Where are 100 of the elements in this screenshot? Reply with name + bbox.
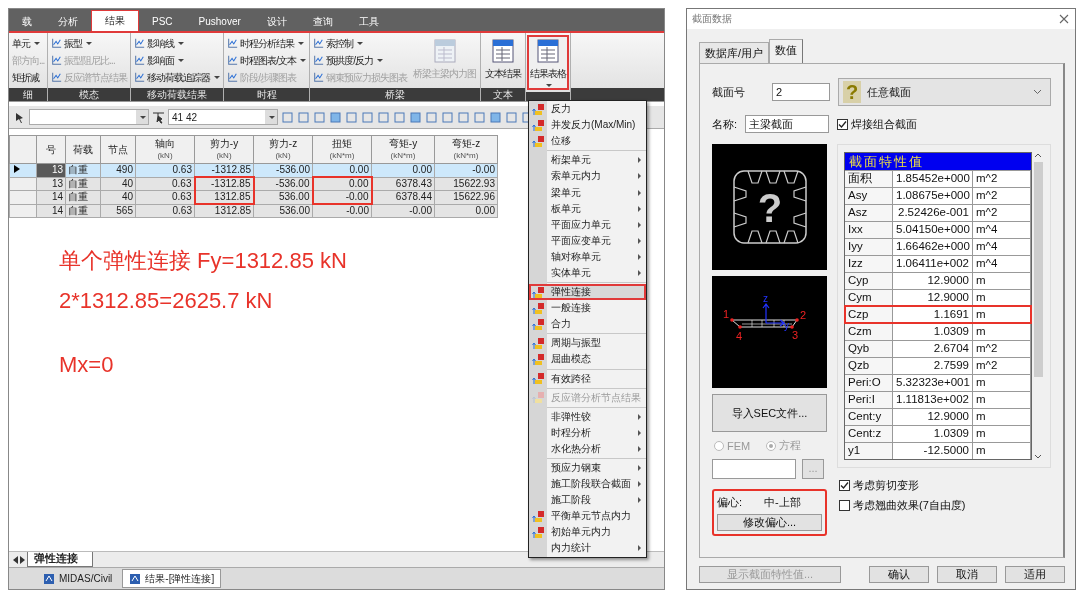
column-header: 剪力-y (kN) bbox=[194, 135, 254, 164]
window-tab[interactable]: MIDAS/Civil bbox=[37, 570, 119, 587]
submenu-arrow-icon bbox=[638, 465, 641, 471]
table-cell: m^4 bbox=[973, 239, 1031, 255]
table-cell: 2.6704 bbox=[893, 341, 973, 357]
menu-item[interactable]: 索单元内力 bbox=[529, 168, 646, 185]
section-number-field[interactable]: 2 bbox=[772, 83, 830, 101]
scroll-down-icon[interactable] bbox=[1034, 452, 1042, 460]
selection-field[interactable] bbox=[29, 109, 149, 125]
table-cell: Cent:y bbox=[845, 409, 893, 425]
ribbon-button[interactable]: 索控制 bbox=[312, 36, 409, 51]
menu-item[interactable]: 有效跨径 bbox=[529, 370, 646, 387]
column-header: 扭矩 (kN*m) bbox=[312, 135, 372, 164]
close-icon[interactable] bbox=[1059, 14, 1069, 24]
dialog-button[interactable]: 取消 bbox=[937, 566, 998, 583]
dialog-tab[interactable]: 数据库/用户 bbox=[699, 42, 770, 63]
ribbon-tab[interactable]: 结果 bbox=[91, 10, 139, 31]
table-cell: Cym bbox=[845, 290, 893, 306]
file-field[interactable] bbox=[712, 459, 796, 479]
ribbon-button[interactable]: 预拱度/反力 bbox=[312, 53, 409, 68]
ribbon-button[interactable]: 矩折减 bbox=[11, 70, 46, 85]
submenu-arrow-icon bbox=[638, 497, 641, 504]
scroll-up-icon[interactable] bbox=[1034, 152, 1042, 160]
ribbon-tab[interactable]: 载 bbox=[9, 12, 45, 31]
menu-item[interactable]: 周期与振型 bbox=[529, 335, 646, 352]
ribbon-button[interactable]: 结果表格 bbox=[528, 36, 569, 89]
ribbon-tab[interactable]: 查询 bbox=[299, 12, 346, 31]
menu-item[interactable]: 一般连接 bbox=[529, 300, 646, 317]
dialog-button[interactable]: 确认 bbox=[869, 566, 930, 583]
menu-item[interactable]: 合力 bbox=[529, 316, 646, 333]
table-document-icon bbox=[431, 38, 458, 64]
ribbon-tab[interactable]: 设计 bbox=[253, 12, 300, 31]
table-cell: 面积 bbox=[845, 171, 893, 187]
node-field[interactable]: 41 42 bbox=[168, 109, 278, 125]
offset-value: 中-上部 bbox=[764, 495, 801, 510]
menu-item[interactable]: 预应力钢束 bbox=[529, 459, 646, 477]
menu-item[interactable]: 板单元 bbox=[529, 200, 646, 217]
table-cell: 0.00 bbox=[312, 177, 372, 191]
submenu-arrow-icon bbox=[638, 545, 641, 552]
ribbon-button[interactable]: 时程分析结果 bbox=[226, 36, 308, 51]
menu-item[interactable]: 实体单元 bbox=[529, 264, 646, 282]
ribbon-button[interactable]: 单元 bbox=[11, 36, 46, 51]
ribbon-button[interactable]: 移动荷载追踪器 bbox=[133, 70, 222, 85]
menu-item[interactable]: 屈曲模态 bbox=[529, 351, 646, 368]
table-cell: -12.5000 bbox=[893, 443, 973, 459]
ribbon-tab[interactable]: Pushover bbox=[185, 12, 254, 31]
result-icon bbox=[531, 372, 545, 386]
table-cell: Izz bbox=[845, 256, 893, 272]
chart-icon bbox=[134, 72, 146, 83]
ribbon-button[interactable]: 时程图表/文本 bbox=[226, 53, 308, 68]
menu-item[interactable]: 平面应变单元 bbox=[529, 232, 646, 249]
menu-item[interactable]: 时程分析 bbox=[529, 424, 646, 441]
ribbon-tab[interactable]: 分析 bbox=[45, 12, 91, 31]
checkbox[interactable]: 考虑翘曲效果(7自由度) bbox=[839, 498, 1051, 513]
submenu-arrow-icon bbox=[638, 237, 641, 244]
submenu-arrow-icon bbox=[638, 173, 641, 180]
ribbon-tab[interactable]: 工具 bbox=[345, 12, 392, 31]
result-icon bbox=[531, 509, 545, 523]
ribbon-button[interactable]: 振型 bbox=[50, 36, 129, 51]
menu-item[interactable]: 梁单元 bbox=[529, 184, 646, 201]
table-cell: 1.85452e+000 bbox=[893, 171, 973, 187]
ribbon-button[interactable]: 影响线 bbox=[133, 36, 222, 51]
menu-item[interactable]: 并发反力(Max/Min) bbox=[529, 117, 646, 134]
window-tab[interactable]: 结果-[弹性连接] bbox=[122, 569, 222, 588]
checkbox[interactable]: 焊接组合截面 bbox=[837, 116, 918, 132]
table-cell: m bbox=[973, 443, 1031, 459]
menu-item[interactable]: 内力统计 bbox=[529, 540, 646, 557]
ribbon-tab[interactable]: PSC bbox=[139, 12, 186, 31]
result-icon bbox=[531, 336, 545, 350]
menu-item[interactable]: 施工阶段 bbox=[529, 492, 646, 509]
sheet-tab[interactable]: 弹性连接 bbox=[27, 552, 93, 567]
menu-item[interactable]: 反力 bbox=[529, 101, 646, 118]
section-type-dropdown[interactable]: ? 任意截面 bbox=[838, 78, 1051, 106]
menu-item[interactable]: 位移 bbox=[529, 133, 646, 150]
name-field[interactable]: 主梁截面 bbox=[745, 115, 830, 133]
table-cell: m bbox=[973, 426, 1031, 442]
table-cell: 2.7599 bbox=[893, 358, 973, 374]
table-cell: Asy bbox=[845, 188, 893, 204]
dialog-button[interactable]: 适用 bbox=[1005, 566, 1065, 583]
menu-item[interactable]: 施工阶段联合截面 bbox=[529, 476, 646, 493]
menu-item[interactable]: 初始单元内力 bbox=[529, 524, 646, 541]
question-mark: ? bbox=[757, 186, 782, 230]
menu-item[interactable]: 轴对称单元 bbox=[529, 248, 646, 265]
table-cell: m bbox=[973, 392, 1031, 408]
edit-offset-button[interactable]: 修改偏心... bbox=[717, 514, 822, 531]
point-label: 2 bbox=[800, 309, 807, 321]
menu-item[interactable]: 平衡单元节点内力 bbox=[529, 508, 646, 525]
checkbox[interactable]: 考虑剪切变形 bbox=[839, 478, 1051, 493]
submenu-arrow-icon bbox=[638, 413, 641, 420]
menu-item[interactable]: 弹性连接 bbox=[529, 284, 646, 301]
menu-item[interactable]: 平面应力单元 bbox=[529, 216, 646, 233]
ribbon-button[interactable]: 影响面 bbox=[133, 53, 222, 68]
result-icon bbox=[531, 118, 545, 132]
ribbon-button[interactable]: 文本结果 bbox=[483, 36, 524, 83]
menu-item[interactable]: 桁架单元 bbox=[529, 152, 646, 169]
menu-item[interactable]: 非弹性铰 bbox=[529, 408, 646, 425]
menu-item[interactable]: 水化热分析 bbox=[529, 440, 646, 457]
node-pointer-icon[interactable] bbox=[152, 110, 165, 124]
dialog-tab[interactable]: 数值 bbox=[769, 39, 804, 63]
import-button[interactable]: 导入SEC文件... bbox=[712, 394, 827, 432]
